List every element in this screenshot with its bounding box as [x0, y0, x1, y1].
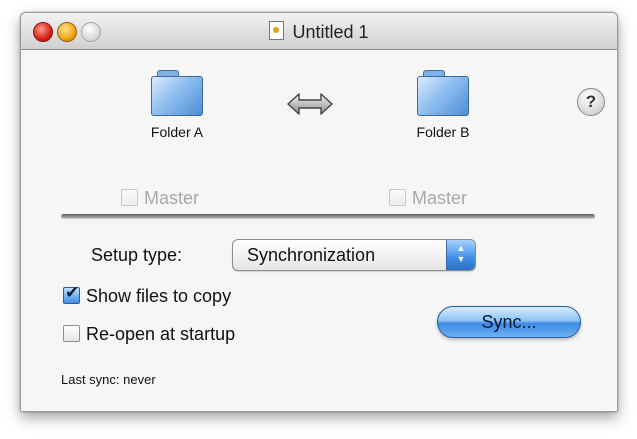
setup-type-value: Synchronization: [247, 245, 376, 265]
separator: [61, 214, 595, 219]
app-window: Untitled 1 Folder A Folder B ? Master Ma: [20, 12, 618, 412]
setup-type-label: Setup type:: [91, 245, 183, 265]
help-button[interactable]: ?: [577, 88, 605, 116]
setup-type-popup[interactable]: Synchronization ▲ ▼: [232, 239, 476, 271]
folder-a-icon[interactable]: [151, 70, 203, 116]
reopen-checkbox-box[interactable]: [63, 325, 80, 342]
folder-b-icon[interactable]: [417, 70, 469, 116]
window-title-area: Untitled 1: [21, 21, 617, 43]
master-b-checkbox-box[interactable]: [389, 189, 406, 206]
window-content: Folder A Folder B ? Master Master Setup …: [21, 50, 617, 411]
master-b-label: Master: [412, 188, 468, 208]
show-files-checkbox[interactable]: Show files to copy: [63, 283, 232, 307]
title-bar[interactable]: Untitled 1: [21, 13, 617, 50]
folder-b-label: Folder B: [416, 124, 470, 140]
show-files-checkbox-box[interactable]: [63, 283, 80, 304]
show-files-label: Show files to copy: [86, 286, 232, 306]
popup-arrows-icon: ▲ ▼: [446, 240, 475, 270]
last-sync-status: Last sync: never: [61, 372, 156, 387]
reopen-checkbox[interactable]: Re-open at startup: [63, 324, 235, 345]
document-icon: [269, 21, 285, 40]
master-a-checkbox-box[interactable]: [121, 189, 138, 206]
bidirectional-arrow-icon: [287, 93, 333, 115]
window-title: Untitled 1: [292, 22, 369, 42]
master-b-checkbox[interactable]: Master: [389, 188, 467, 209]
master-a-label: Master: [144, 188, 200, 208]
sync-button[interactable]: Sync...: [437, 306, 581, 338]
master-a-checkbox[interactable]: Master: [121, 188, 199, 209]
folder-a-label: Folder A: [150, 124, 204, 140]
reopen-label: Re-open at startup: [86, 324, 236, 344]
help-icon: ?: [585, 92, 597, 111]
